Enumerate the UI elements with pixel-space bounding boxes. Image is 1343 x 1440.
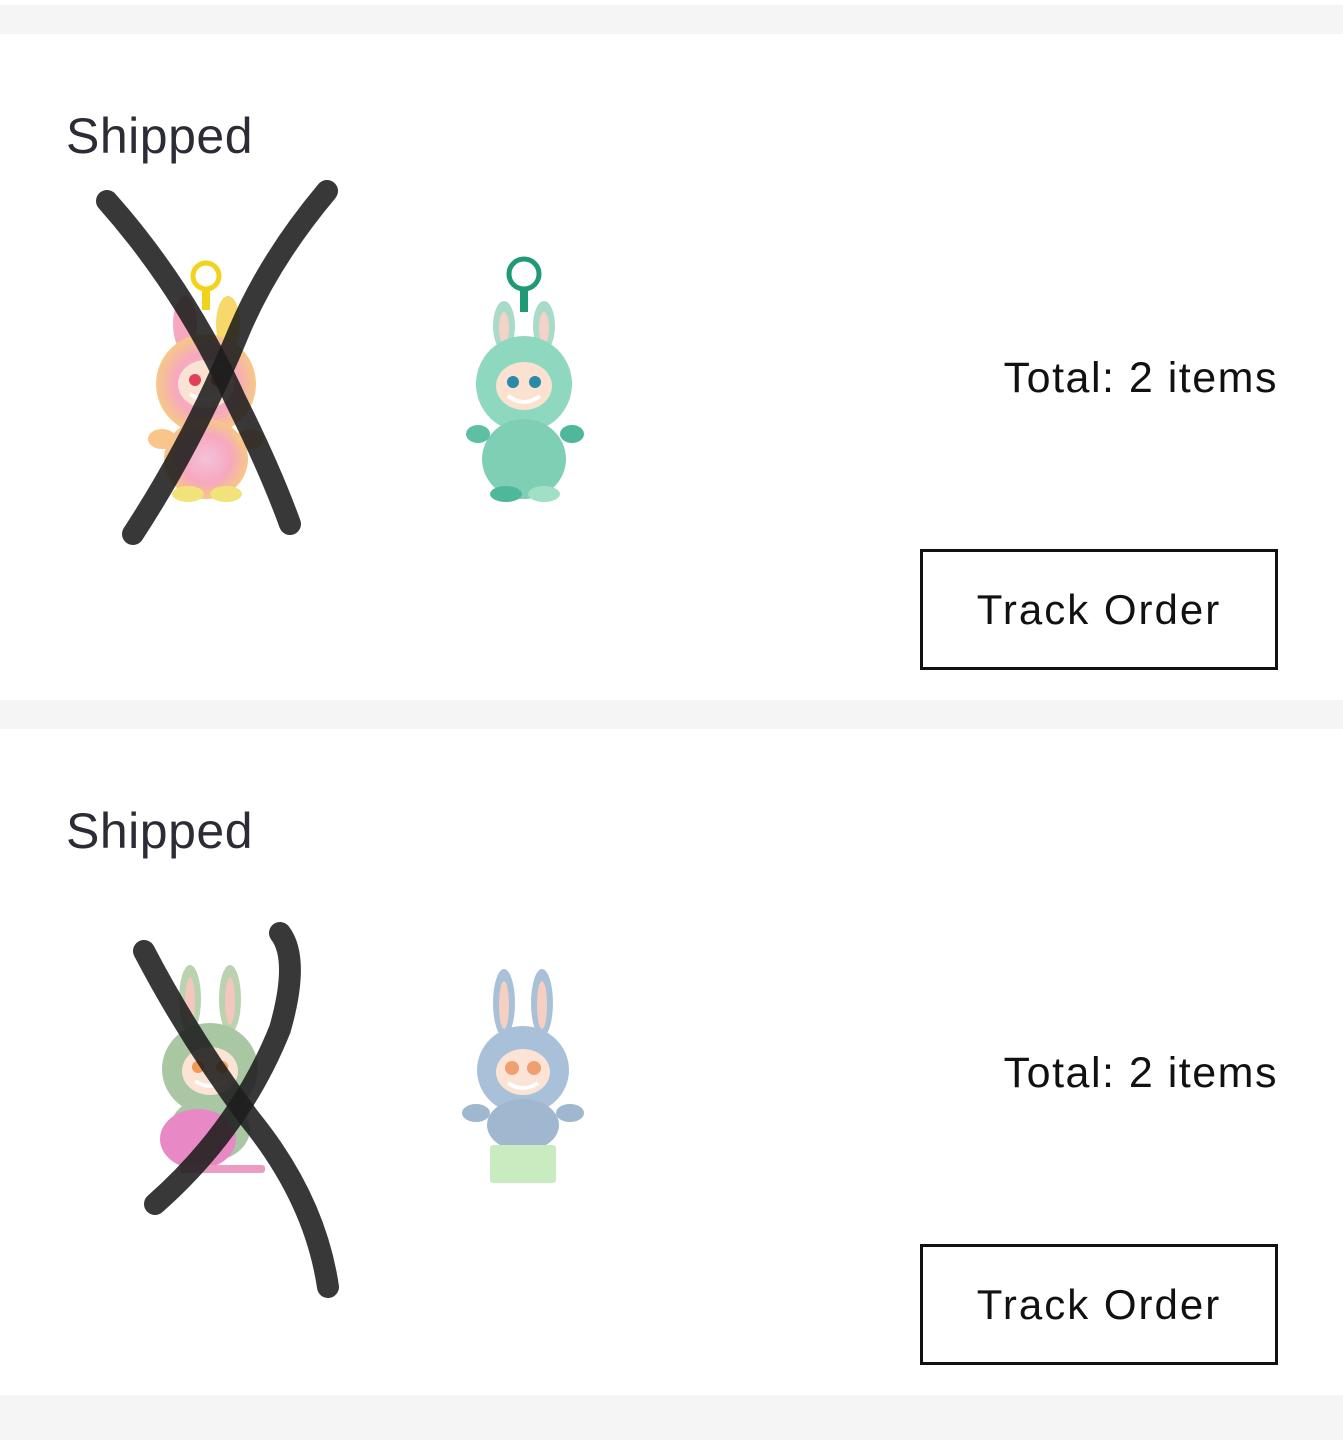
- blue-bunny-figure-icon[interactable]: [462, 965, 584, 1187]
- order-total: Total: 2 items: [1003, 354, 1278, 402]
- pink-rainbow-bunny-keychain-icon[interactable]: [140, 254, 270, 504]
- track-order-button[interactable]: Track Order: [920, 549, 1278, 670]
- order-total: Total: 2 items: [1003, 1049, 1278, 1097]
- track-order-button[interactable]: Track Order: [920, 1244, 1278, 1365]
- green-bunny-keychain-icon[interactable]: [458, 254, 588, 504]
- order-card: Shipped Total: 2 items Track Order: [0, 34, 1343, 700]
- top-strip: [0, 0, 1343, 34]
- green-bunny-figure-icon[interactable]: [150, 959, 270, 1189]
- order-status: Shipped: [66, 803, 253, 859]
- order-card: Shipped Total: 2 items Track Order: [0, 729, 1343, 1395]
- order-status: Shipped: [66, 108, 253, 164]
